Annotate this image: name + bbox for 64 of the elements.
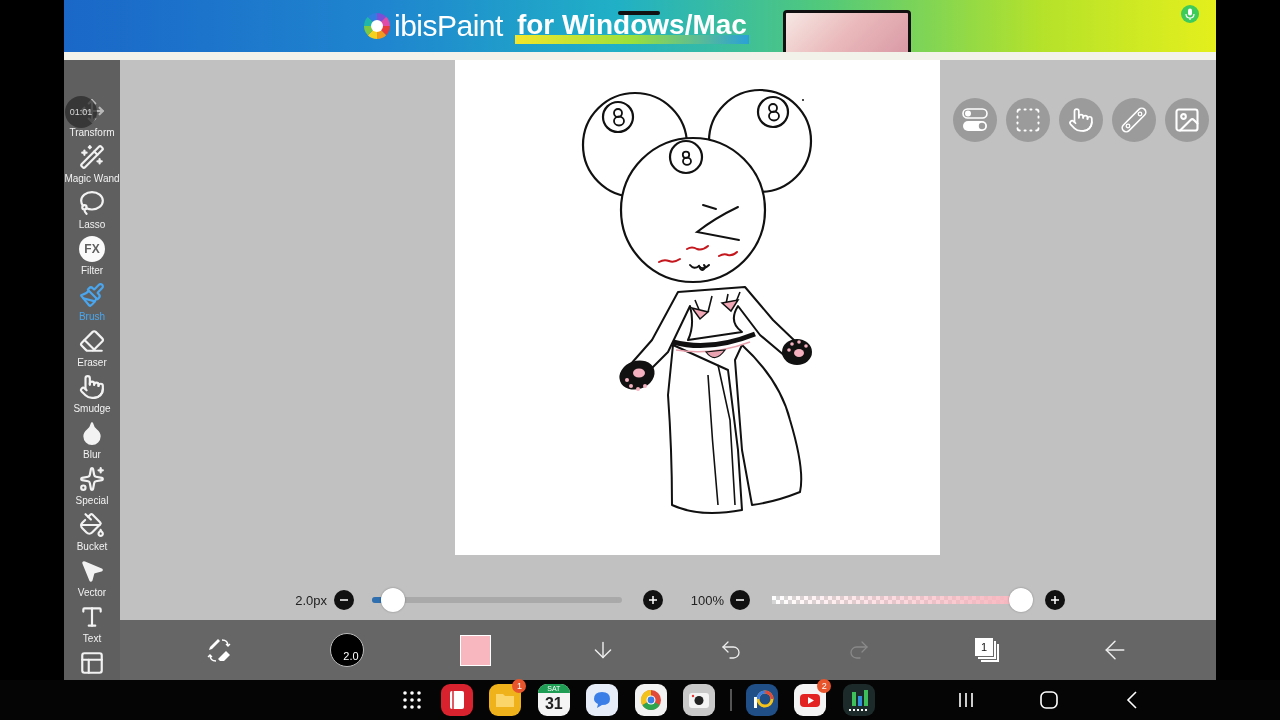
notification-count: 1 [512, 679, 527, 693]
increase-button[interactable] [1045, 590, 1065, 610]
sparkles-icon [79, 466, 105, 492]
brush-icon [79, 282, 105, 308]
tool-button[interactable]: Eraser [64, 326, 120, 372]
finger-icon [79, 374, 105, 400]
folder-app-icon[interactable] [489, 684, 522, 716]
settings-toggle-button[interactable] [953, 98, 997, 142]
tool-button[interactable]: Bucket [64, 510, 120, 556]
plus-icon [648, 595, 658, 605]
pen-eraser-swap-icon[interactable] [206, 637, 232, 663]
brush-size-reading: 2.0px [294, 592, 327, 608]
tool-button[interactable]: Text [64, 602, 120, 648]
tool-button[interactable]: Vector [64, 556, 120, 602]
increase-button[interactable] [643, 590, 663, 610]
browser-app-icon[interactable] [634, 684, 667, 716]
paint-bucket-icon [79, 512, 105, 538]
ruler-icon [1121, 107, 1147, 133]
cursor-arrow-icon [79, 558, 105, 584]
eraser-icon [79, 328, 105, 354]
pointing-hand-icon [1068, 107, 1094, 133]
brush-size-button[interactable]: 2.0 [330, 633, 364, 667]
recording-timer-toast: 01:01 [65, 96, 97, 128]
toggle-switches-icon [962, 108, 988, 132]
color-swatch-icon[interactable] [459, 634, 491, 666]
notification-count: 2 [817, 679, 832, 693]
image-icon [1173, 106, 1201, 134]
notes-app-icon[interactable] [441, 684, 473, 716]
tool-button[interactable]: Blur [64, 418, 120, 464]
plus-icon [1050, 595, 1060, 605]
text-icon [79, 604, 105, 630]
opacity-slider[interactable] [772, 588, 1033, 612]
color-wheel-logo [364, 13, 390, 39]
camera-app-icon[interactable] [682, 684, 715, 716]
bar-chart-app-icon[interactable] [842, 684, 875, 716]
magic-wand-icon [79, 144, 105, 170]
image-button[interactable] [1165, 98, 1209, 142]
tool-button[interactable]: Lasso [64, 188, 120, 234]
frame-grid-icon [79, 650, 105, 676]
tool-button[interactable]: FX Filter [64, 234, 120, 280]
microphone-icon [1181, 5, 1199, 23]
tool-button[interactable]: Magic Wand [64, 142, 120, 188]
pill-handle [618, 11, 660, 15]
opacity-reading: 100% [689, 592, 724, 608]
touch-button[interactable] [1059, 98, 1103, 142]
brush-size-slider[interactable] [372, 588, 622, 612]
recent-apps-icon[interactable] [957, 692, 974, 708]
ruler-button[interactable] [1112, 98, 1156, 142]
home-icon[interactable] [1039, 691, 1058, 709]
slider-thumb[interactable] [381, 588, 406, 612]
decrease-button[interactable] [334, 590, 354, 610]
slider-thumb[interactable] [1009, 588, 1033, 612]
tool-button[interactable]: Special [64, 464, 120, 510]
back-icon[interactable] [1125, 691, 1138, 709]
dashed-square-icon [1014, 106, 1042, 134]
paint-app-icon[interactable] [745, 684, 778, 716]
drawing-canvas[interactable] [455, 60, 940, 555]
app-drawer-icon[interactable] [402, 690, 422, 710]
lasso-icon [79, 190, 105, 216]
tool-button[interactable]: Smudge [64, 372, 120, 418]
decrease-button[interactable] [730, 590, 750, 610]
brand-name: ibisPaint [394, 9, 503, 43]
video-app-icon[interactable] [794, 684, 827, 716]
chat-bubble-app-icon[interactable] [586, 684, 619, 716]
